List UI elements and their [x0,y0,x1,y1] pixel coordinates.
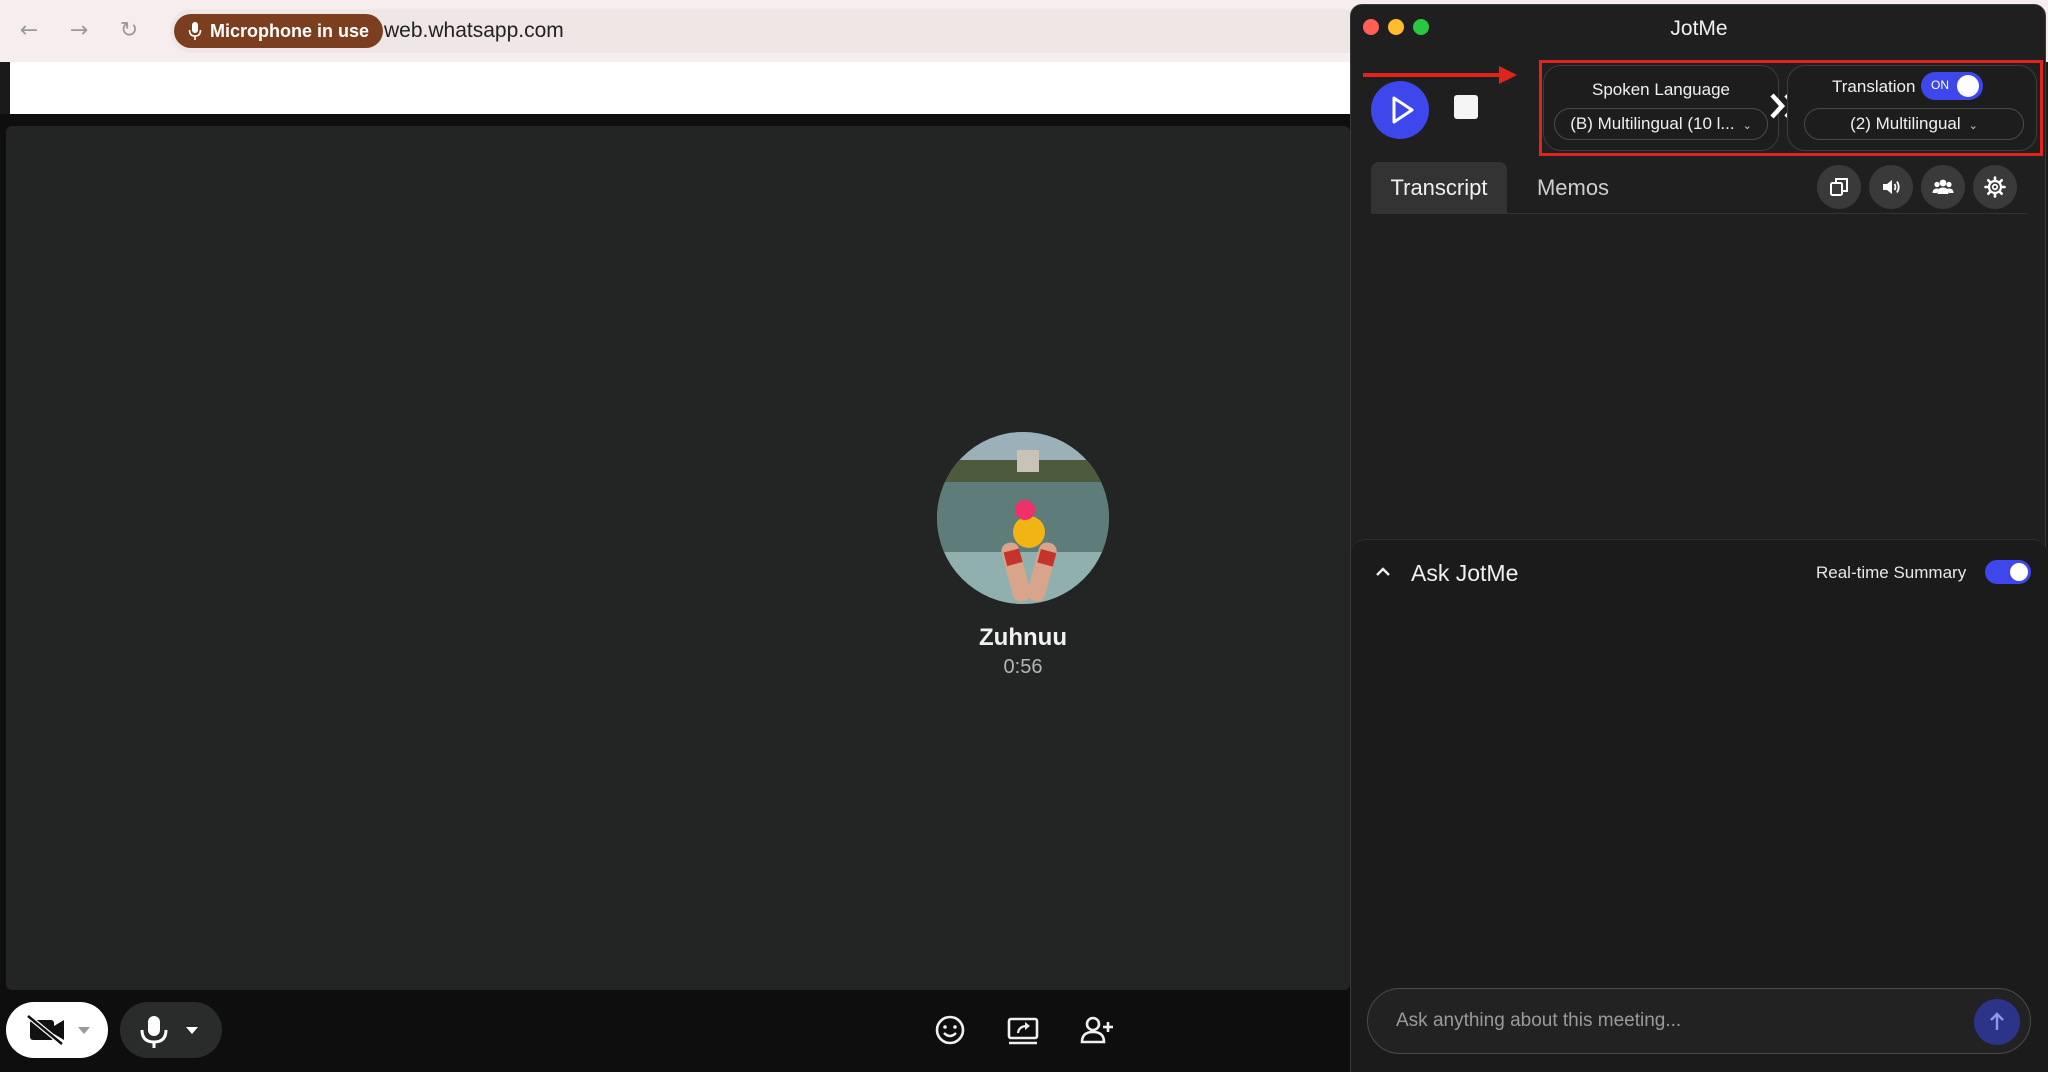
video-toggle-button[interactable] [6,1002,108,1058]
tab-divider [1371,213,2027,214]
arrow-up-icon [1990,1012,2004,1030]
microphone-icon [140,1016,168,1048]
bookmark-bar [10,62,1350,114]
chevron-down-icon [186,1027,198,1034]
screen-share-icon[interactable] [1003,1010,1043,1050]
ask-jotme-panel: Ask JotMe Real-time Summary [1351,539,2047,1072]
speaker-button[interactable] [1869,165,1913,209]
play-button[interactable] [1371,81,1429,139]
send-button[interactable] [1974,999,2020,1045]
reload-icon[interactable]: ↻ [116,18,142,44]
stop-button[interactable] [1454,95,1478,119]
participants-button[interactable] [1921,165,1965,209]
gear-icon [1984,176,2006,198]
url-text[interactable]: web.whatsapp.com [384,19,564,43]
settings-button[interactable] [1973,165,2017,209]
people-icon [1932,179,1954,194]
chevron-down-icon [78,1027,90,1034]
mic-indicator-label: Microphone in use [210,21,370,41]
chevron-up-icon[interactable] [1375,564,1391,580]
avatar [937,432,1109,604]
emoji-icon[interactable] [930,1010,970,1050]
call-video-area [6,126,1350,990]
call-timer: 0:56 [1003,656,1043,678]
realtime-summary-toggle[interactable] [1985,560,2031,584]
arrow-left-icon[interactable]: ← [16,18,42,44]
ask-input[interactable] [1396,1003,1936,1039]
arrow-right-icon[interactable]: → [66,18,92,44]
microphone-in-use-indicator[interactable]: Microphone in use [174,14,384,48]
toggle-knob [2010,563,2028,581]
window-title: JotMe [1670,17,1728,40]
copy-button[interactable] [1817,165,1861,209]
jotme-window: JotMe Spoken Language (B) Multilingual (… [1350,4,2047,1072]
ask-input-container [1367,988,2031,1054]
play-icon [1392,96,1414,124]
annotation-arrow [1363,73,1503,77]
add-person-icon[interactable] [1077,1010,1117,1050]
caller-name: Zuhnuu [979,624,1067,651]
copy-icon [1830,178,1848,196]
call-area [0,114,1350,1072]
speaker-icon [1883,180,1900,194]
microphone-icon [188,22,202,40]
tab-memos[interactable]: Memos [1523,162,1623,214]
realtime-summary-label: Real-time Summary [1816,563,1967,582]
video-off-icon [26,1014,64,1046]
annotation-arrow-head [1499,66,1517,84]
tab-transcript[interactable]: Transcript [1371,162,1507,214]
ask-jotme-title: Ask JotMe [1411,560,1519,586]
microphone-toggle-button[interactable] [120,1002,222,1058]
highlight-box [1539,60,2043,156]
